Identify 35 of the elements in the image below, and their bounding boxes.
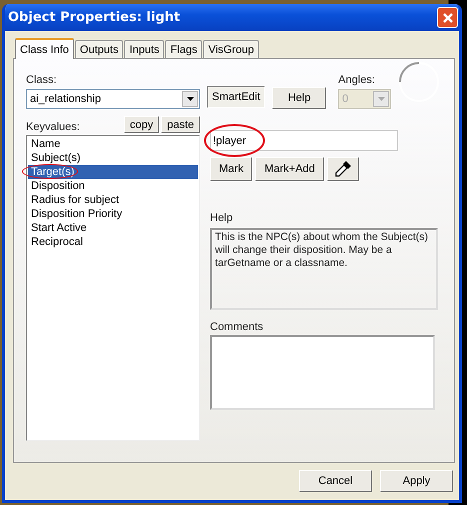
keyvalue-item[interactable]: Reciprocal [28,235,198,249]
close-button[interactable] [437,7,458,28]
paste-button[interactable]: paste [161,116,200,133]
keyvalue-item[interactable]: Disposition [28,179,198,193]
help-label: Help [210,212,234,224]
copy-button[interactable]: copy [124,116,160,133]
tab[interactable]: Class Info [15,38,74,59]
dialog-button[interactable]: Cancel [299,470,372,492]
mark-button[interactable]: Mark [210,157,252,181]
tab[interactable]: Outputs [74,40,124,58]
keyvalue-item[interactable]: Target(s) [28,165,198,179]
eyedropper-button[interactable] [326,157,359,181]
comments-label: Comments [210,321,264,333]
help-text: This is the NPC(s) about whom the Subject(s) will change their disposition. May be a tarGetname or a classname. [210,228,438,310]
keyvalue-item[interactable]: Name [28,137,198,151]
tab[interactable]: Inputs [124,40,164,58]
value-field[interactable]: !player [210,130,398,151]
eyedropper-icon [334,160,352,178]
help-button[interactable]: Help [272,87,326,109]
window-title: Object Properties: light [8,10,180,25]
smartedit-toggle[interactable]: SmartEdit [207,86,266,108]
tab[interactable]: Flags [165,40,202,58]
class-label: Class: [26,74,58,86]
keyvalue-item[interactable]: Radius for subject [28,193,198,207]
keyvalue-item[interactable]: Subject(s) [28,151,198,165]
keyvalues-label: Keyvalues: [26,121,80,133]
close-icon [442,12,454,24]
dialog-button[interactable]: Apply [380,470,453,492]
keyvalue-item[interactable]: Disposition Priority [28,207,198,221]
class-dropdown[interactable]: ai_relationship [26,89,200,109]
comments-field[interactable] [210,335,435,410]
angles-label: Angles: [338,74,376,86]
mark-button[interactable]: Mark+Add [255,157,324,181]
keyvalue-item[interactable]: Start Active [28,221,198,235]
tab[interactable]: VisGroup [203,40,259,58]
